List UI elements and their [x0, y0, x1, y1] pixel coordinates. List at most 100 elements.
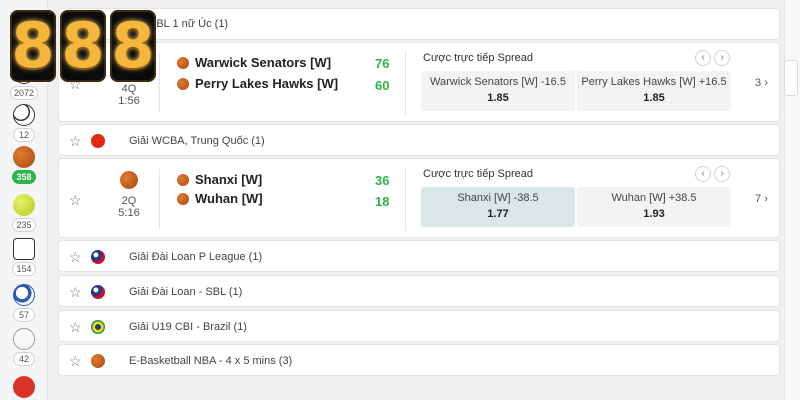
- favorite-star-icon[interactable]: ☆: [69, 285, 83, 299]
- league-name: Giải Đài Loan - SBL (1): [129, 286, 243, 298]
- sidebar-item-table-tennis[interactable]: 433: [6, 376, 42, 400]
- away-team: Perry Lakes Hawks [W]: [177, 76, 338, 91]
- league-name: E-Basketball NBA - 4 x 5 mins (3): [129, 355, 293, 367]
- basketball-icon: [177, 173, 189, 186]
- taiwan-flag-icon: [91, 285, 105, 299]
- bet-market-title: Cược trực tiếp Spread: [423, 52, 533, 64]
- match-status: 2Q 5:16: [105, 171, 153, 219]
- divider: [405, 51, 406, 115]
- league-header-australia[interactable]: SBL 1 nữ Úc (1): [58, 8, 780, 40]
- league-header-china[interactable]: ☆ Giải WCBA, Trung Quốc (1): [58, 124, 780, 156]
- favorite-star-icon[interactable]: ☆: [69, 320, 83, 334]
- odds-value: 1.93: [643, 208, 665, 220]
- league-header-taiwan-p-league[interactable]: ☆ Giải Đài Loan P League (1): [58, 240, 780, 272]
- home-score: 76: [375, 56, 390, 71]
- sport-count: 154: [12, 262, 36, 276]
- chevron-left-icon[interactable]: ‹: [695, 50, 711, 66]
- odds-value: 1.85: [643, 92, 665, 104]
- league-name: Giải WCBA, Trung Quốc (1): [129, 135, 265, 147]
- tennis-ball-icon: [13, 194, 35, 216]
- sport-count: 12: [13, 128, 35, 142]
- away-team-name: Perry Lakes Hawks [W]: [195, 76, 339, 91]
- match-clock: 5:16: [118, 207, 140, 219]
- odds-value: 1.85: [487, 92, 509, 104]
- basketball-icon: [13, 146, 35, 168]
- home-score: 36: [375, 173, 390, 188]
- brazil-flag-icon: [91, 320, 105, 334]
- more-markets-count: 3: [755, 77, 762, 89]
- odds-label: Perry Lakes Hawks [W] +16.5: [581, 76, 727, 88]
- favorite-star-icon[interactable]: ☆: [69, 134, 83, 148]
- table-tennis-icon: [13, 376, 35, 398]
- odds-button-away[interactable]: Wuhan [W] +38.5 1.93: [577, 187, 731, 227]
- home-team-name: Shanxi [W]: [195, 172, 263, 187]
- match-row-warwick-perry[interactable]: ☆ 4Q 1:56 Warwick Senators [W] Perry Lak…: [58, 42, 780, 122]
- away-team: Wuhan [W]: [177, 191, 263, 206]
- odds-button-home[interactable]: Warwick Senators [W] -16.5 1.85: [421, 71, 575, 111]
- away-score: 18: [375, 194, 390, 209]
- more-markets-count: 7: [755, 193, 762, 205]
- basketball-icon: [177, 77, 189, 90]
- baseball-icon: [13, 328, 35, 350]
- sidebar-item-volleyball-2[interactable]: 57: [6, 284, 42, 322]
- logo-digit: 8: [110, 9, 156, 82]
- favorite-star-icon[interactable]: ☆: [69, 193, 83, 207]
- brand-logo: 8 8 8: [10, 10, 156, 82]
- league-name: SBL 1 nữ Úc (1): [149, 18, 229, 30]
- league-name: Giải Đài Loan P League (1): [129, 251, 263, 263]
- odds-label: Wuhan [W] +38.5: [611, 192, 697, 204]
- chevron-right-icon: ›: [764, 193, 768, 205]
- away-score: 60: [375, 78, 390, 93]
- chevron-right-icon[interactable]: ›: [714, 166, 730, 182]
- sidebar-item-tennis[interactable]: 235: [6, 194, 42, 232]
- basketball-icon: [177, 192, 189, 205]
- sport-count: 57: [13, 308, 35, 322]
- collapse-panel-button[interactable]: [784, 60, 798, 96]
- league-name: Giải U19 CBI - Brazil (1): [129, 321, 247, 333]
- league-header-taiwan-sbl[interactable]: ☆ Giải Đài Loan - SBL (1): [58, 275, 780, 307]
- china-flag-icon: [91, 134, 105, 148]
- divider: [159, 169, 160, 229]
- logo-digit: 8: [10, 9, 56, 82]
- bet-market-title: Cược trực tiếp Spread: [423, 168, 533, 180]
- sport-count: 235: [12, 218, 36, 232]
- sidebar-item-basketball[interactable]: 358: [6, 146, 42, 184]
- home-team-name: Warwick Senators [W]: [195, 55, 332, 70]
- sport-count: 42: [13, 352, 35, 366]
- odds-label: Shanxi [W] -38.5: [457, 192, 539, 204]
- match-row-shanxi-wuhan[interactable]: ☆ 2Q 5:16 Shanxi [W] Wuhan [W] 36 18 Cượ…: [58, 158, 780, 238]
- odds-button-away[interactable]: Perry Lakes Hawks [W] +16.5 1.85: [577, 71, 731, 111]
- divider: [405, 167, 406, 231]
- odds-label: Warwick Senators [W] -16.5: [430, 76, 566, 88]
- match-clock: 1:56: [118, 95, 140, 107]
- basketball-icon: [91, 354, 105, 368]
- away-team-name: Wuhan [W]: [195, 191, 263, 206]
- volleyball-icon: [13, 104, 35, 126]
- more-markets-button[interactable]: 7 ›: [755, 193, 768, 205]
- home-team: Shanxi [W]: [177, 172, 262, 187]
- more-markets-button[interactable]: 3 ›: [755, 77, 768, 89]
- league-header-ebasketball[interactable]: ☆ E-Basketball NBA - 4 x 5 mins (3): [58, 344, 780, 376]
- home-team: Warwick Senators [W]: [177, 55, 331, 70]
- match-period: 2Q: [121, 195, 137, 207]
- sport-count-active: 358: [12, 170, 36, 184]
- odds-value: 1.77: [487, 208, 509, 220]
- match-period: 4Q: [121, 83, 137, 95]
- chevron-right-icon[interactable]: ›: [714, 50, 730, 66]
- chevron-left-icon[interactable]: ‹: [695, 166, 711, 182]
- favorite-star-icon[interactable]: ☆: [69, 354, 83, 368]
- league-header-brazil[interactable]: ☆ Giải U19 CBI - Brazil (1): [58, 310, 780, 342]
- sport-count: 2072: [9, 86, 39, 100]
- sidebar-item-volleyball[interactable]: 12: [6, 104, 42, 142]
- logo-digit: 8: [60, 9, 106, 82]
- esports-icon: [13, 238, 35, 260]
- favorite-star-icon[interactable]: ☆: [69, 250, 83, 264]
- basketball-icon: [177, 56, 189, 69]
- sidebar-item-baseball[interactable]: 42: [6, 328, 42, 366]
- sidebar-item-esports[interactable]: 154: [6, 238, 42, 276]
- volleyball-icon: [13, 284, 35, 306]
- match-status: 4Q 1:56: [105, 83, 153, 107]
- divider: [159, 53, 160, 113]
- odds-button-home[interactable]: Shanxi [W] -38.5 1.77: [421, 187, 575, 227]
- taiwan-flag-icon: [91, 250, 105, 264]
